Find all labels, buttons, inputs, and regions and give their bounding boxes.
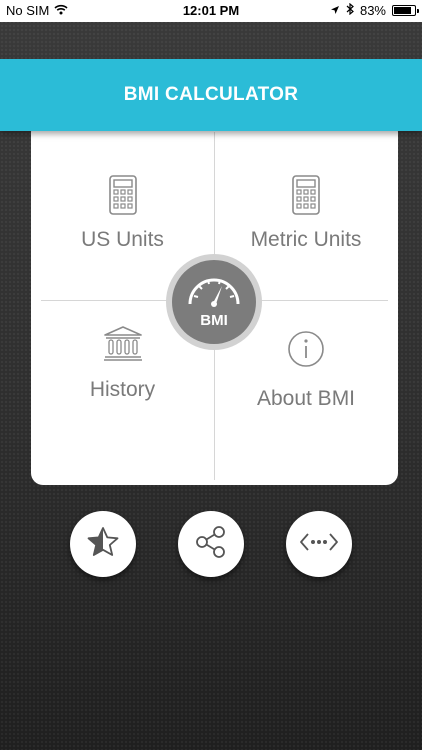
metric-units-label: Metric Units	[250, 228, 362, 251]
star-icon	[86, 526, 120, 563]
calculator-icon	[108, 175, 137, 220]
bmi-badge: BMI	[166, 254, 262, 350]
location-arrow-icon	[330, 3, 340, 18]
status-right: 83%	[330, 2, 419, 18]
bmi-badge-label: BMI	[200, 312, 228, 329]
about-bmi-label: About BMI	[256, 387, 356, 410]
calculator-icon	[292, 175, 320, 220]
share-button[interactable]	[178, 511, 244, 577]
status-bar: No SIM 12:01 PM 83%	[0, 0, 422, 22]
more-apps-icon	[299, 531, 339, 558]
us-units-label: US Units	[81, 228, 164, 251]
us-units-button[interactable]: US Units	[31, 175, 214, 252]
more-apps-button[interactable]	[286, 511, 352, 577]
history-label: History	[89, 378, 156, 401]
battery-icon	[392, 5, 419, 16]
battery-percent: 83%	[359, 3, 386, 18]
page-title: BMI CALCULATOR	[123, 84, 299, 105]
battery-fill	[394, 7, 411, 14]
share-icon	[194, 525, 228, 564]
metric-units-button[interactable]: Metric Units	[214, 175, 398, 252]
bluetooth-icon	[346, 2, 354, 18]
menu-card: US Units Metric Units History About BMI …	[31, 120, 398, 485]
bmi-badge-inner: BMI	[172, 260, 256, 344]
favorite-button[interactable]	[70, 511, 136, 577]
museum-icon	[103, 325, 143, 366]
info-icon	[287, 330, 325, 373]
app-header: BMI CALCULATOR	[0, 59, 422, 131]
